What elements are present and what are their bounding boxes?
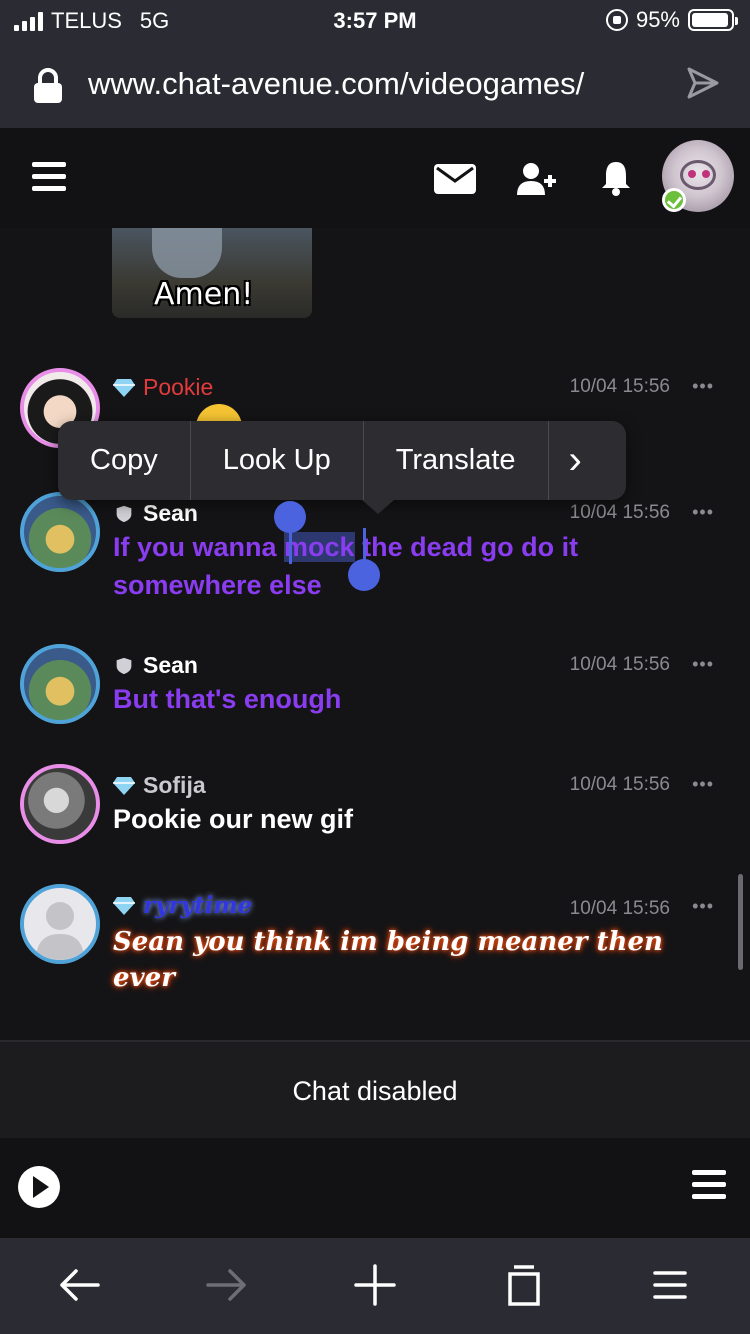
message-options-icon[interactable]: •••	[692, 896, 714, 917]
forward-arrow-icon[interactable]	[206, 1264, 248, 1306]
message-options-icon[interactable]: •••	[692, 502, 714, 523]
bell-icon[interactable]	[600, 160, 632, 196]
message-time: 10/04 15:56	[569, 774, 670, 795]
scrollbar[interactable]	[738, 874, 743, 970]
message-options-icon[interactable]: •••	[692, 376, 714, 397]
app-header	[0, 128, 750, 228]
username[interactable]: Sean	[113, 652, 198, 679]
translate-menu-item[interactable]: Translate	[364, 421, 549, 500]
battery-percent: 95%	[635, 7, 680, 32]
browser-toolbar	[0, 1238, 750, 1334]
message-time: 10/04 15:56	[569, 502, 670, 523]
user-avatar[interactable]	[20, 884, 100, 964]
message-text: Pookie our new gif	[113, 804, 354, 834]
message-time: 10/04 15:56	[569, 376, 670, 397]
chat-disabled-notice: Chat disabled	[0, 1040, 750, 1138]
message-options-icon[interactable]: •••	[692, 654, 714, 675]
chat-message: Sean 10/04 15:56 ••• But that's enough	[0, 644, 750, 744]
new-tab-plus-icon[interactable]	[354, 1264, 396, 1306]
copy-menu-item[interactable]: Copy	[58, 421, 191, 500]
user-avatar[interactable]	[20, 492, 100, 572]
chat-bottom-bar	[0, 1138, 750, 1238]
diamond-badge-icon	[113, 776, 135, 795]
username[interactable]: Sofija	[113, 772, 206, 799]
shield-badge-icon	[116, 505, 132, 522]
shield-badge-icon	[116, 657, 132, 674]
diamond-badge-icon	[113, 896, 135, 915]
username[interactable]: ryrytime	[113, 892, 252, 919]
chat-log[interactable]: Amen! Pookie 10/04 15:56 ••• Sean 10/04 …	[0, 228, 750, 1040]
user-avatar[interactable]	[20, 764, 100, 844]
menu-icon[interactable]	[692, 1170, 726, 1206]
default-user-icon	[36, 902, 84, 960]
battery-icon	[688, 9, 738, 31]
message-text: But that's enough	[113, 684, 342, 714]
user-avatar[interactable]	[20, 644, 100, 724]
message-text: If you wanna mock the dead go do it some…	[113, 532, 579, 600]
url-bar[interactable]: www.chat-avenue.com/videogames/	[0, 40, 750, 128]
username[interactable]: Pookie	[113, 374, 213, 401]
gif-image[interactable]: Amen!	[112, 228, 312, 318]
play-icon[interactable]	[18, 1166, 60, 1208]
back-arrow-icon[interactable]	[58, 1264, 100, 1306]
chat-message: ryrytime 10/04 15:56 ••• Sean you think …	[0, 884, 750, 1024]
look-up-menu-item[interactable]: Look Up	[191, 421, 364, 500]
mail-icon[interactable]	[434, 164, 476, 194]
chat-message: Sofija 10/04 15:56 ••• Pookie our new gi…	[0, 764, 750, 864]
message-time: 10/04 15:56	[569, 898, 670, 919]
message-options-icon[interactable]: •••	[692, 774, 714, 795]
tabs-icon[interactable]	[504, 1264, 544, 1306]
status-bar: TELUS 5G 3:57 PM 95%	[0, 0, 750, 40]
text-context-menu: Copy Look Up Translate ›	[58, 421, 626, 514]
share-send-icon[interactable]	[686, 66, 720, 100]
profile-avatar[interactable]	[662, 140, 734, 212]
selected-text[interactable]: mock	[284, 532, 355, 562]
rotation-lock-icon	[605, 9, 628, 31]
lock-icon	[34, 68, 62, 103]
more-chevron-icon[interactable]: ›	[549, 421, 602, 500]
message-text: Sean you think im being meaner then ever	[113, 927, 663, 993]
diamond-badge-icon	[113, 378, 135, 397]
selection-end-handle[interactable]	[348, 559, 380, 591]
username[interactable]: Sean	[113, 500, 198, 527]
selection-start-bar	[289, 528, 292, 564]
browser-menu-icon[interactable]	[652, 1264, 688, 1306]
url-text[interactable]: www.chat-avenue.com/videogames/	[88, 66, 584, 102]
gif-caption: Amen!	[154, 277, 254, 312]
message-time: 10/04 15:56	[569, 654, 670, 675]
menu-icon[interactable]	[32, 162, 66, 198]
online-status-icon	[662, 188, 686, 212]
status-right: 95%	[605, 7, 738, 33]
add-friend-icon[interactable]	[516, 162, 556, 196]
